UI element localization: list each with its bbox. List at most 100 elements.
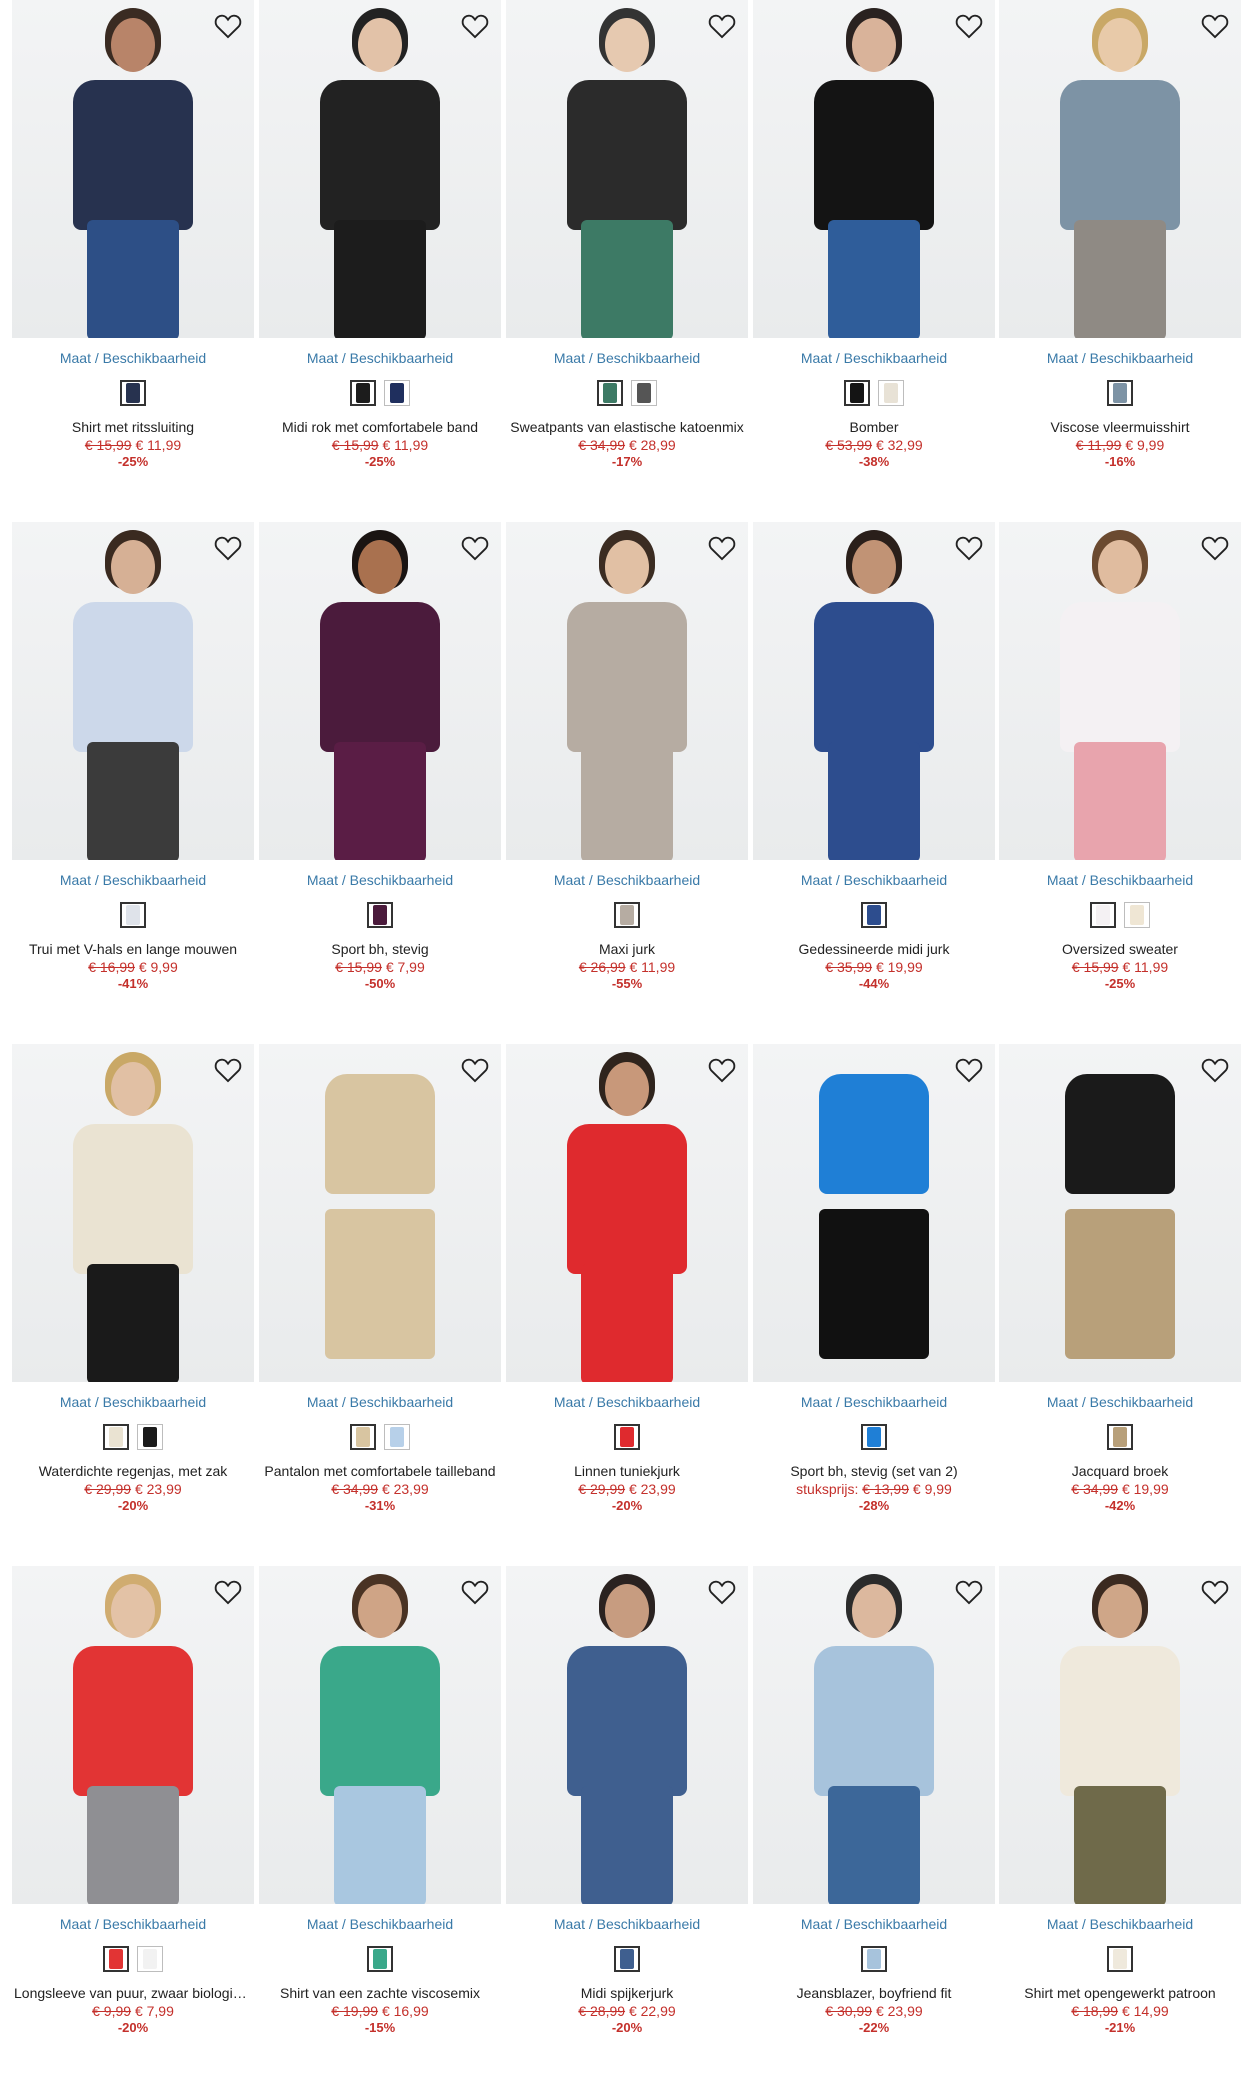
- size-availability-link[interactable]: Maat / Beschikbaarheid: [12, 1394, 254, 1410]
- color-swatch[interactable]: [878, 380, 904, 406]
- product-card[interactable]: Maat / Beschikbaarheid Maxi jurk € 26,99 €…: [506, 522, 748, 992]
- product-card[interactable]: Maat / Beschikbaarheid Longsleeve van puu…: [12, 1566, 254, 2036]
- color-swatch[interactable]: [137, 1946, 163, 1972]
- size-availability-link[interactable]: Maat / Beschikbaarheid: [753, 1394, 995, 1410]
- color-swatch[interactable]: [1107, 380, 1133, 406]
- color-swatch[interactable]: [1124, 902, 1150, 928]
- product-image[interactable]: [259, 1044, 501, 1382]
- color-swatch[interactable]: [384, 380, 410, 406]
- product-title[interactable]: Midi spijkerjurk: [506, 1984, 748, 2002]
- product-image[interactable]: [259, 0, 501, 338]
- product-title[interactable]: Bomber: [753, 418, 995, 436]
- product-image[interactable]: [753, 1044, 995, 1382]
- product-card[interactable]: Maat / Beschikbaarheid Oversized sweater €…: [999, 522, 1241, 992]
- wishlist-heart-icon[interactable]: [953, 1576, 985, 1608]
- wishlist-heart-icon[interactable]: [212, 1054, 244, 1086]
- product-title[interactable]: Sport bh, stevig: [259, 940, 501, 958]
- product-title[interactable]: Sport bh, stevig (set van 2): [753, 1462, 995, 1480]
- size-availability-link[interactable]: Maat / Beschikbaarheid: [506, 350, 748, 366]
- size-availability-link[interactable]: Maat / Beschikbaarheid: [12, 872, 254, 888]
- size-availability-link[interactable]: Maat / Beschikbaarheid: [506, 1394, 748, 1410]
- product-card[interactable]: Maat / Beschikbaarheid Viscose vleermuiss…: [999, 0, 1241, 470]
- product-image[interactable]: [753, 522, 995, 860]
- wishlist-heart-icon[interactable]: [953, 10, 985, 42]
- product-title[interactable]: Shirt met opengewerkt patroon: [999, 1984, 1241, 2002]
- color-swatch[interactable]: [614, 1424, 640, 1450]
- color-swatch[interactable]: [844, 380, 870, 406]
- color-swatch[interactable]: [631, 380, 657, 406]
- product-image[interactable]: [753, 1566, 995, 1904]
- color-swatch[interactable]: [614, 902, 640, 928]
- color-swatch[interactable]: [597, 380, 623, 406]
- size-availability-link[interactable]: Maat / Beschikbaarheid: [259, 350, 501, 366]
- product-card[interactable]: Maat / Beschikbaarheid Shirt met opengewe…: [999, 1566, 1241, 2036]
- wishlist-heart-icon[interactable]: [212, 532, 244, 564]
- product-title[interactable]: Jacquard broek: [999, 1462, 1241, 1480]
- product-card[interactable]: Maat / Beschikbaarheid Pantalon met comfo…: [259, 1044, 501, 1514]
- wishlist-heart-icon[interactable]: [1199, 1054, 1231, 1086]
- product-title[interactable]: Gedessineerde midi jurk: [753, 940, 995, 958]
- product-card[interactable]: Maat / Beschikbaarheid Shirt van een zach…: [259, 1566, 501, 2036]
- color-swatch[interactable]: [367, 1946, 393, 1972]
- product-image[interactable]: [12, 0, 254, 338]
- product-title[interactable]: Longsleeve van puur, zwaar biologisch ka…: [12, 1984, 254, 2002]
- product-image[interactable]: [506, 1044, 748, 1382]
- product-title[interactable]: Sweatpants van elastische katoenmix: [506, 418, 748, 436]
- product-image[interactable]: [506, 522, 748, 860]
- product-title[interactable]: Jeansblazer, boyfriend fit: [753, 1984, 995, 2002]
- color-swatch[interactable]: [1107, 1424, 1133, 1450]
- wishlist-heart-icon[interactable]: [706, 1054, 738, 1086]
- wishlist-heart-icon[interactable]: [459, 1054, 491, 1086]
- size-availability-link[interactable]: Maat / Beschikbaarheid: [999, 872, 1241, 888]
- product-image[interactable]: [999, 522, 1241, 860]
- wishlist-heart-icon[interactable]: [706, 532, 738, 564]
- product-card[interactable]: Maat / Beschikbaarheid Waterdichte regenj…: [12, 1044, 254, 1514]
- color-swatch[interactable]: [1090, 902, 1116, 928]
- size-availability-link[interactable]: Maat / Beschikbaarheid: [12, 1916, 254, 1932]
- color-swatch[interactable]: [861, 902, 887, 928]
- color-swatch[interactable]: [350, 380, 376, 406]
- color-swatch[interactable]: [120, 902, 146, 928]
- wishlist-heart-icon[interactable]: [459, 532, 491, 564]
- size-availability-link[interactable]: Maat / Beschikbaarheid: [753, 1916, 995, 1932]
- color-swatch[interactable]: [861, 1424, 887, 1450]
- product-image[interactable]: [259, 1566, 501, 1904]
- product-card[interactable]: Maat / Beschikbaarheid Linnen tuniekjurk €…: [506, 1044, 748, 1514]
- color-swatch[interactable]: [614, 1946, 640, 1972]
- color-swatch[interactable]: [367, 902, 393, 928]
- size-availability-link[interactable]: Maat / Beschikbaarheid: [999, 1916, 1241, 1932]
- product-title[interactable]: Maxi jurk: [506, 940, 748, 958]
- size-availability-link[interactable]: Maat / Beschikbaarheid: [999, 1394, 1241, 1410]
- size-availability-link[interactable]: Maat / Beschikbaarheid: [753, 350, 995, 366]
- product-card[interactable]: Maat / Beschikbaarheid Midi spijkerjurk € …: [506, 1566, 748, 2036]
- product-image[interactable]: [999, 1566, 1241, 1904]
- wishlist-heart-icon[interactable]: [459, 1576, 491, 1608]
- product-card[interactable]: Maat / Beschikbaarheid Shirt met ritsslui…: [12, 0, 254, 470]
- size-availability-link[interactable]: Maat / Beschikbaarheid: [259, 1916, 501, 1932]
- size-availability-link[interactable]: Maat / Beschikbaarheid: [259, 1394, 501, 1410]
- color-swatch[interactable]: [350, 1424, 376, 1450]
- product-image[interactable]: [12, 522, 254, 860]
- size-availability-link[interactable]: Maat / Beschikbaarheid: [12, 350, 254, 366]
- color-swatch[interactable]: [103, 1946, 129, 1972]
- color-swatch[interactable]: [1107, 1946, 1133, 1972]
- size-availability-link[interactable]: Maat / Beschikbaarheid: [753, 872, 995, 888]
- wishlist-heart-icon[interactable]: [1199, 1576, 1231, 1608]
- product-image[interactable]: [506, 1566, 748, 1904]
- wishlist-heart-icon[interactable]: [459, 10, 491, 42]
- color-swatch[interactable]: [120, 380, 146, 406]
- product-image[interactable]: [999, 1044, 1241, 1382]
- product-image[interactable]: [12, 1566, 254, 1904]
- product-title[interactable]: Trui met V-hals en lange mouwen: [12, 940, 254, 958]
- wishlist-heart-icon[interactable]: [212, 1576, 244, 1608]
- size-availability-link[interactable]: Maat / Beschikbaarheid: [259, 872, 501, 888]
- product-image[interactable]: [259, 522, 501, 860]
- wishlist-heart-icon[interactable]: [1199, 10, 1231, 42]
- wishlist-heart-icon[interactable]: [212, 10, 244, 42]
- product-image[interactable]: [506, 0, 748, 338]
- product-card[interactable]: Maat / Beschikbaarheid Trui met V-hals en…: [12, 522, 254, 992]
- product-title[interactable]: Midi rok met comfortabele band: [259, 418, 501, 436]
- product-card[interactable]: Maat / Beschikbaarheid Sport bh, stevig € …: [259, 522, 501, 992]
- size-availability-link[interactable]: Maat / Beschikbaarheid: [999, 350, 1241, 366]
- product-card[interactable]: Maat / Beschikbaarheid Gedessineerde midi…: [753, 522, 995, 992]
